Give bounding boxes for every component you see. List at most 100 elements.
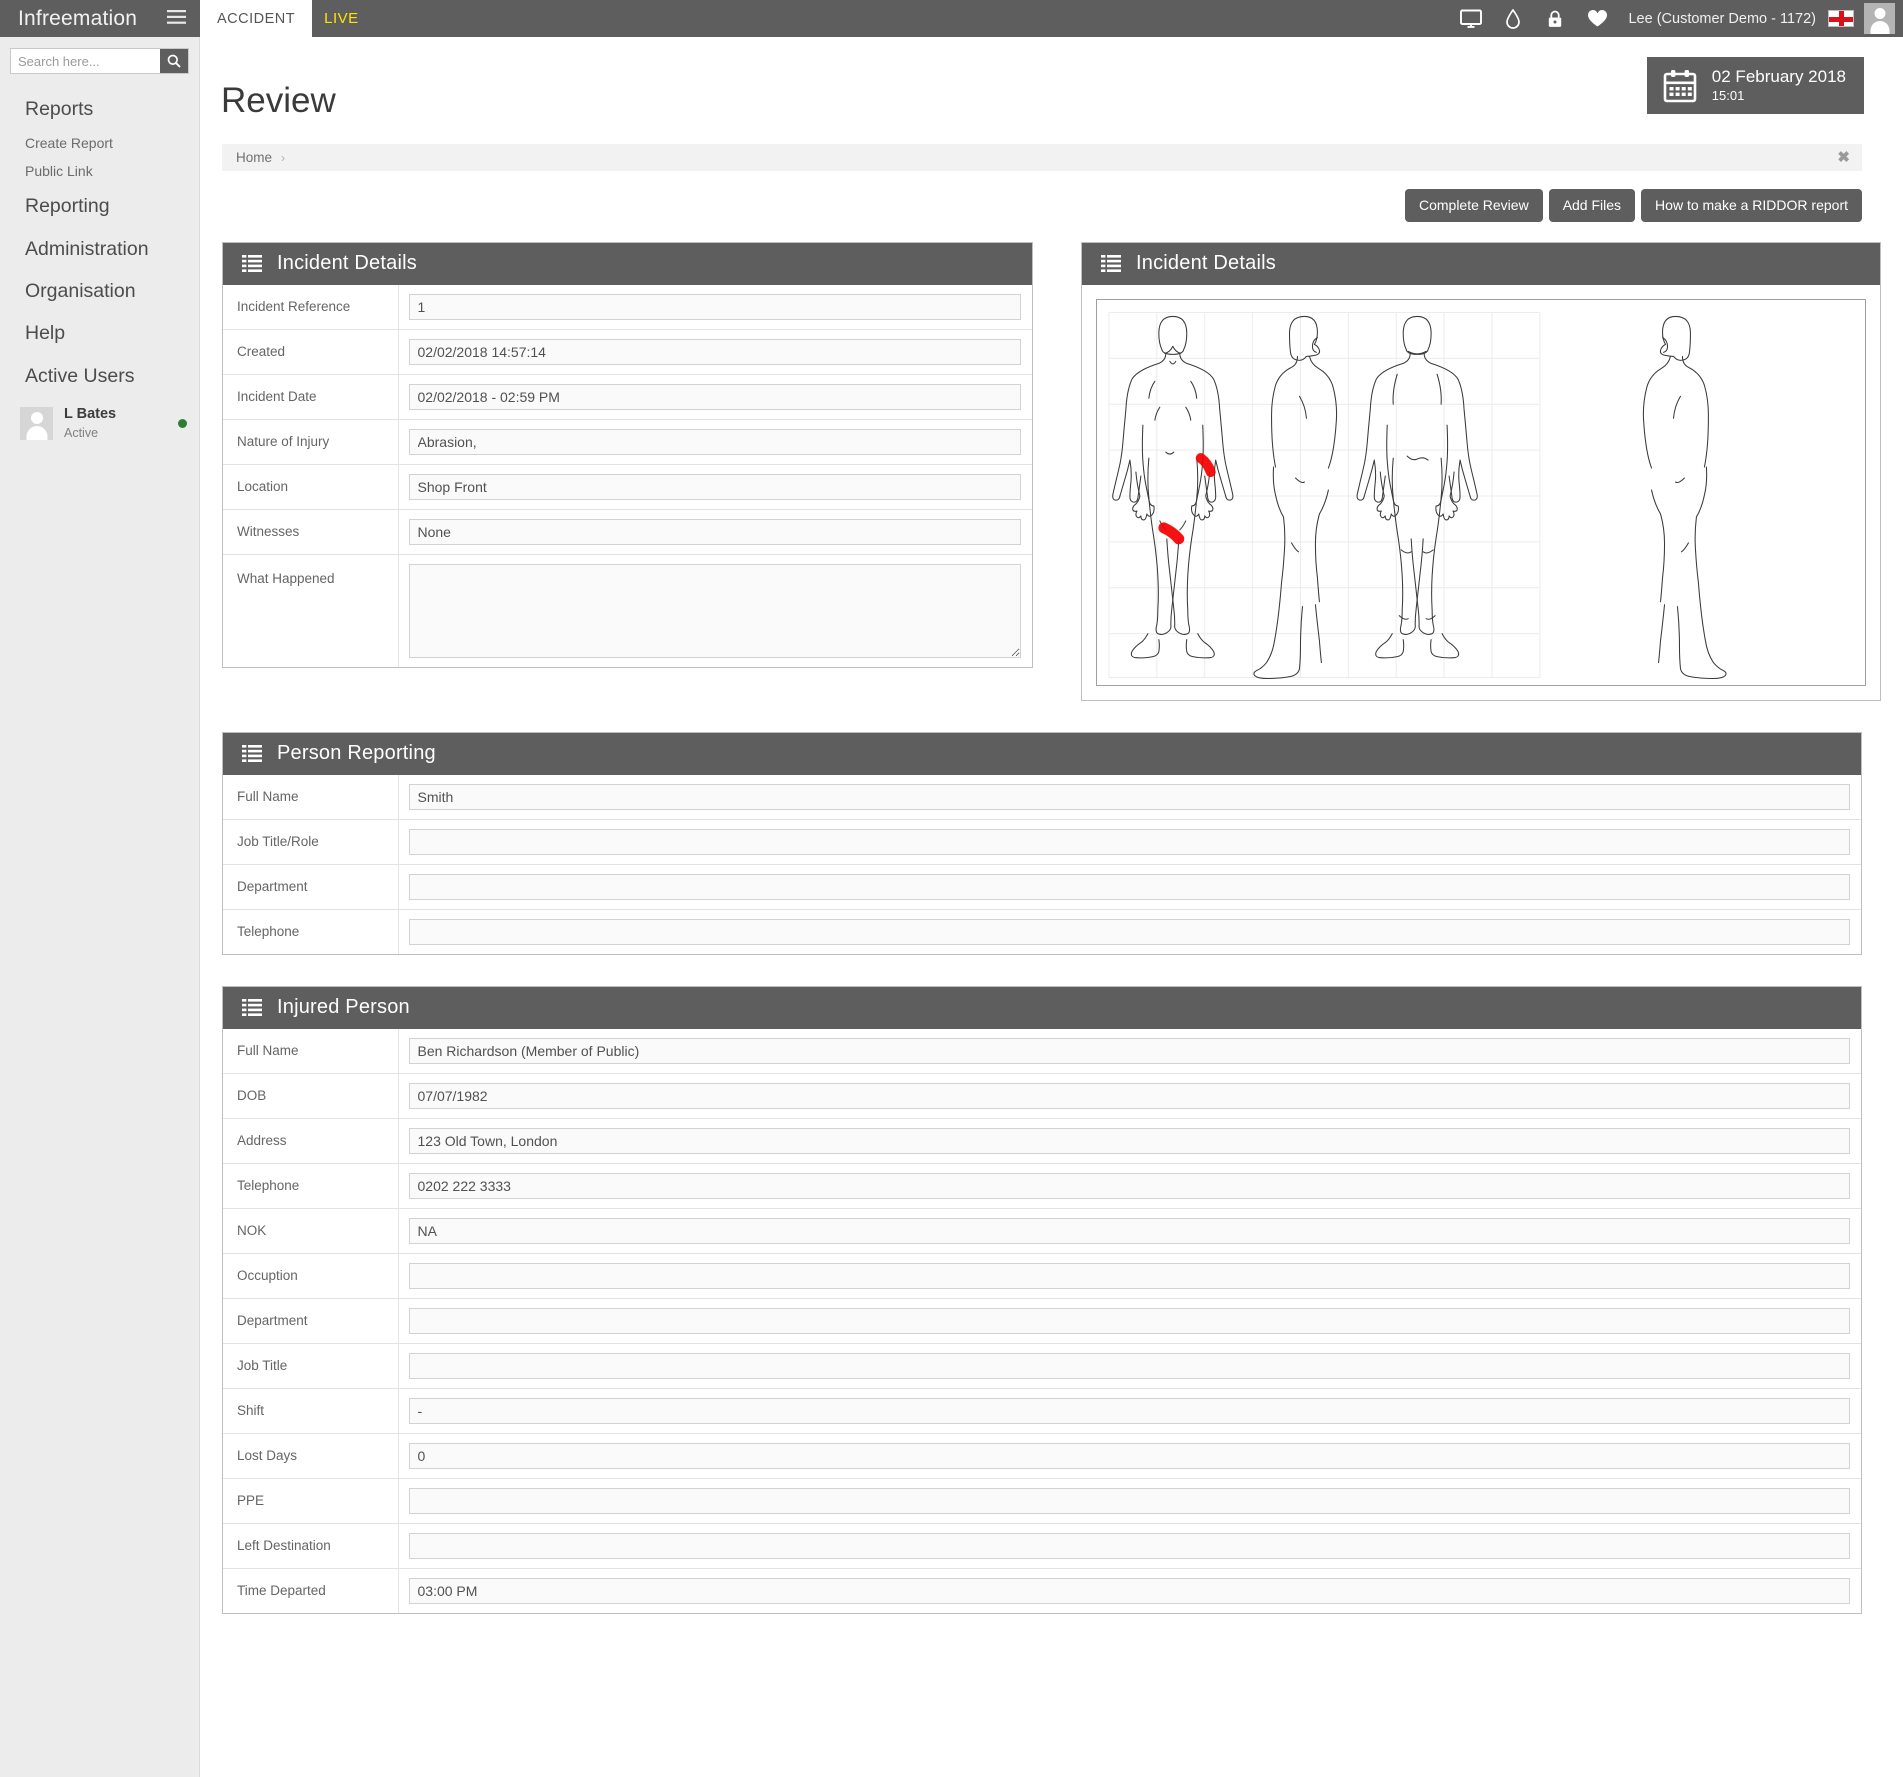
table-row: Occuption	[223, 1253, 1861, 1299]
field-cell	[398, 1253, 1861, 1298]
breadcrumb: Home › ✖	[222, 144, 1862, 171]
injured-lost-days-input[interactable]	[408, 1442, 1850, 1469]
date-texts: 02 February 2018 15:01	[1712, 66, 1846, 105]
action-buttons: Complete Review Add Files How to make a …	[201, 171, 1903, 222]
table-row: Left Destination	[223, 1523, 1861, 1569]
witnesses-input[interactable]	[408, 518, 1021, 545]
panel-title: Incident Details	[277, 252, 417, 275]
reporter-job-title-input[interactable]	[408, 828, 1850, 855]
reporter-telephone-input[interactable]	[408, 918, 1850, 945]
field-label: Telephone	[223, 909, 399, 954]
user-avatar[interactable]	[1864, 3, 1895, 34]
search-input[interactable]	[11, 49, 160, 73]
search-box	[10, 48, 189, 74]
hamburger-icon[interactable]	[159, 9, 186, 28]
field-cell	[398, 1073, 1861, 1118]
injured-department-input[interactable]	[408, 1307, 1850, 1334]
panel-body-map: Incident Details	[1081, 241, 1881, 701]
water-drop-icon[interactable]	[1492, 0, 1534, 37]
lock-icon[interactable]	[1534, 0, 1576, 37]
sidebar-item-active-users[interactable]: Active Users	[0, 355, 199, 397]
incident-date-input[interactable]	[408, 383, 1021, 410]
injured-person-fields: Full Name DOB Address Telephone	[223, 1028, 1861, 1613]
field-label: Left Destination	[223, 1523, 399, 1569]
nature-of-injury-input[interactable]	[408, 428, 1021, 455]
panel-title: Injured Person	[277, 996, 410, 1019]
reporter-department-input[interactable]	[408, 873, 1850, 900]
field-cell	[398, 329, 1032, 374]
injured-shift-input[interactable]	[408, 1397, 1850, 1424]
created-input[interactable]	[408, 338, 1021, 365]
table-row: Incident Reference	[223, 284, 1032, 330]
top-bar: Infreemation ACCIDENT LIVE Lee (Customer…	[0, 0, 1903, 37]
person-reporting-fields: Full Name Job Title/Role Department Tele…	[223, 774, 1861, 954]
sidebar-item-organisation[interactable]: Organisation	[0, 270, 199, 312]
reporter-full-name-input[interactable]	[408, 783, 1850, 810]
active-user-name: L Bates	[64, 405, 117, 422]
sidebar-item-create-report[interactable]: Create Report	[0, 130, 199, 158]
sidebar-item-reporting[interactable]: Reporting	[0, 185, 199, 227]
field-label: Full Name	[223, 774, 399, 820]
field-cell	[398, 1298, 1861, 1343]
search-button[interactable]	[160, 49, 188, 73]
sidebar-item-help[interactable]: Help	[0, 312, 199, 354]
field-label: Location	[223, 464, 399, 510]
injured-telephone-input[interactable]	[408, 1172, 1850, 1199]
tab-live[interactable]: LIVE	[312, 0, 373, 37]
date-widget[interactable]: 02 February 2018 15:01	[1646, 57, 1864, 115]
table-row: Created	[223, 329, 1032, 375]
complete-review-button[interactable]: Complete Review	[1404, 189, 1543, 222]
england-flag-icon[interactable]	[1828, 10, 1854, 27]
panel-header: Incident Details	[1082, 242, 1880, 285]
field-label: Full Name	[223, 1028, 399, 1074]
table-row: Address	[223, 1118, 1861, 1164]
field-cell	[398, 419, 1032, 464]
location-input[interactable]	[408, 473, 1021, 500]
injured-full-name-input[interactable]	[408, 1037, 1850, 1064]
field-cell	[398, 775, 1861, 820]
current-user-label[interactable]: Lee (Customer Demo - 1172)	[1618, 11, 1828, 27]
table-row: Job Title	[223, 1343, 1861, 1389]
panels-container: Incident Details Incident Reference Crea…	[201, 222, 1903, 1685]
table-row: Incident Date	[223, 374, 1032, 420]
add-files-button[interactable]: Add Files	[1548, 189, 1636, 222]
field-label: DOB	[223, 1073, 399, 1119]
field-label: Incident Reference	[223, 284, 399, 330]
sidebar-item-reports[interactable]: Reports	[0, 88, 199, 130]
brand-title: Infreemation	[18, 7, 138, 30]
table-row: Lost Days	[223, 1433, 1861, 1479]
injured-address-input[interactable]	[408, 1127, 1850, 1154]
panel-title: Person Reporting	[277, 742, 436, 765]
table-row: Full Name	[223, 774, 1861, 820]
injured-job-title-input[interactable]	[408, 1352, 1850, 1379]
sidebar-item-public-link[interactable]: Public Link	[0, 158, 199, 186]
date-label: 02 February 2018	[1711, 67, 1846, 86]
body-map-canvas[interactable]	[1096, 298, 1866, 686]
close-icon[interactable]: ✖	[1837, 150, 1850, 165]
status-dot-icon	[178, 419, 187, 429]
field-label: PPE	[223, 1478, 399, 1524]
field-cell	[398, 464, 1032, 509]
field-label: Department	[223, 1298, 399, 1344]
field-cell	[398, 1388, 1861, 1433]
field-label: NOK	[223, 1208, 399, 1254]
sidebar-item-administration[interactable]: Administration	[0, 228, 199, 270]
field-cell	[398, 1433, 1861, 1478]
riddor-report-button[interactable]: How to make a RIDDOR report	[1641, 189, 1862, 222]
monitor-icon[interactable]	[1450, 0, 1492, 37]
table-row: Telephone	[223, 1163, 1861, 1209]
injured-ppe-input[interactable]	[408, 1487, 1850, 1514]
injured-left-destination-input[interactable]	[408, 1532, 1850, 1559]
injured-time-departed-input[interactable]	[408, 1577, 1850, 1604]
table-row: Location	[223, 464, 1032, 510]
active-user-list-item[interactable]: L Bates Active	[0, 397, 199, 451]
injured-dob-input[interactable]	[408, 1082, 1850, 1109]
heart-icon[interactable]	[1576, 0, 1618, 37]
injured-occupation-input[interactable]	[408, 1262, 1850, 1289]
page-title: Review	[221, 81, 336, 120]
incident-reference-input[interactable]	[408, 293, 1021, 320]
breadcrumb-item-home[interactable]: Home	[236, 150, 272, 165]
what-happened-textarea[interactable]	[408, 563, 1021, 658]
injured-nok-input[interactable]	[408, 1217, 1850, 1244]
tab-accident[interactable]: ACCIDENT	[200, 0, 313, 37]
